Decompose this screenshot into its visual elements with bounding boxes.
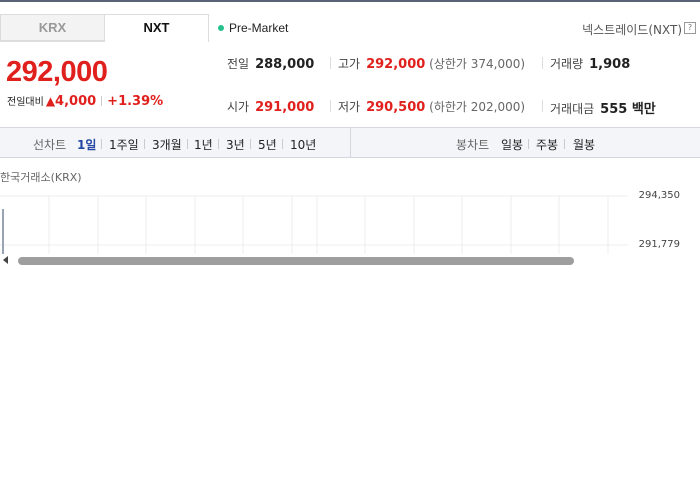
- stat-value: 290,500: [366, 100, 426, 115]
- up-triangle-icon: ▲: [45, 94, 56, 108]
- divider: [187, 139, 188, 149]
- y-tick-bottom: 291,779: [638, 239, 680, 250]
- stat-label: 거래량: [550, 57, 584, 71]
- session-label: Pre-Market: [229, 21, 289, 35]
- divider: [542, 57, 543, 69]
- change-amount: 4,000: [55, 94, 97, 109]
- stat-label: 시가: [227, 100, 250, 114]
- price-chart: 294,350 291,779: [0, 185, 700, 255]
- toolbar-divider: [350, 128, 351, 158]
- stat-label: 저가: [338, 100, 361, 114]
- scroll-left-icon[interactable]: [3, 256, 8, 264]
- divider: [330, 100, 331, 112]
- stat-volume: 거래량 1,908: [542, 55, 631, 72]
- stat-label: 고가: [338, 57, 361, 71]
- status-dot-icon: [218, 25, 224, 31]
- stat-open: 시가 291,000: [227, 98, 314, 115]
- stat-value: 288,000: [255, 57, 315, 72]
- chart-toolbar: 선차트 1일 1주일 3개월 1년 3년 5년 10년 봉차트 일봉 주봉 월봉: [0, 127, 700, 158]
- tab-krx[interactable]: KRX: [0, 14, 105, 41]
- session-status: Pre-Market: [218, 21, 288, 35]
- line-chart-label: 선차트: [33, 138, 67, 152]
- stat-value: 291,000: [255, 100, 315, 115]
- divider: [101, 139, 102, 149]
- price-change: 전일대비 ▲4,000 +1.39%: [7, 93, 163, 109]
- period-1d[interactable]: 1일: [77, 136, 96, 153]
- current-price: 292,000: [6, 56, 108, 88]
- candle-daily[interactable]: 일봉: [501, 136, 523, 153]
- chart-source: 한국거래소(KRX): [0, 171, 82, 184]
- change-percent: +1.39%: [107, 94, 164, 109]
- stat-high: 고가 292,000 (상한가 374,000): [330, 55, 526, 72]
- stat-value: 555 백만: [600, 102, 656, 117]
- divider: [564, 139, 565, 149]
- chart-grid: [0, 195, 628, 255]
- stat-label: 전일: [227, 57, 250, 71]
- top-border: [0, 0, 700, 2]
- exchange-name: 넥스트레이드(NXT): [582, 23, 682, 37]
- chart-scrollbar[interactable]: [0, 254, 700, 268]
- divider: [330, 57, 331, 69]
- period-1y[interactable]: 1년: [194, 136, 213, 153]
- stat-low: 저가 290,500 (하한가 202,000): [330, 98, 526, 115]
- upper-limit: (상한가 374,000): [429, 57, 526, 71]
- period-3m[interactable]: 3개월: [152, 136, 182, 153]
- candle-weekly[interactable]: 주봉: [536, 136, 558, 153]
- stat-value: 292,000: [366, 57, 426, 72]
- divider: [250, 139, 251, 149]
- divider: [528, 139, 529, 149]
- divider: [144, 139, 145, 149]
- stat-amount: 거래대금 555 백만: [542, 98, 656, 117]
- candle-chart-label: 봉차트: [456, 138, 490, 152]
- y-tick-top: 294,350: [638, 190, 680, 201]
- help-icon[interactable]: ?: [684, 22, 696, 34]
- stat-value: 1,908: [589, 57, 631, 72]
- divider: [218, 139, 219, 149]
- period-10y[interactable]: 10년: [290, 136, 316, 153]
- tab-nxt[interactable]: NXT: [104, 14, 209, 42]
- period-1w[interactable]: 1주일: [109, 136, 139, 153]
- period-3y[interactable]: 3년: [226, 136, 245, 153]
- divider: [101, 96, 103, 106]
- tab-underline: [0, 41, 105, 42]
- period-5y[interactable]: 5년: [258, 136, 277, 153]
- divider: [542, 100, 543, 112]
- candle-monthly[interactable]: 월봉: [573, 136, 595, 153]
- scroll-thumb[interactable]: [18, 257, 574, 265]
- change-label: 전일대비: [7, 97, 44, 108]
- divider: [282, 139, 283, 149]
- lower-limit: (하한가 202,000): [429, 100, 526, 114]
- stat-label: 거래대금: [550, 102, 595, 116]
- stat-prev-close: 전일 288,000: [227, 55, 314, 72]
